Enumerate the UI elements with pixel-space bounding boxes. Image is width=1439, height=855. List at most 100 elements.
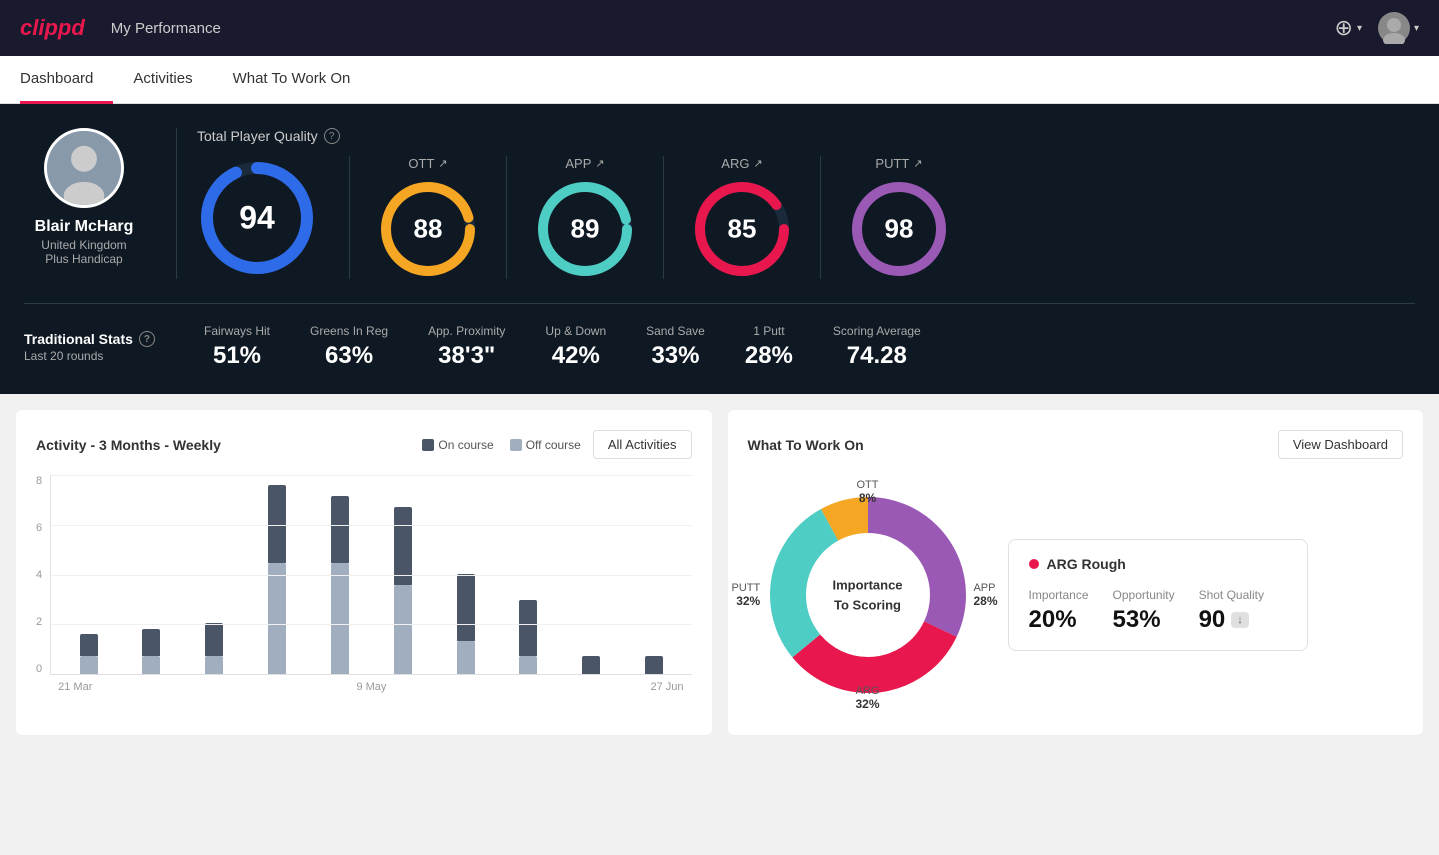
avatar[interactable]: [1378, 12, 1410, 44]
stat-1putt: 1 Putt 28%: [745, 324, 793, 370]
traditional-stats: Traditional Stats ? Last 20 rounds Fairw…: [24, 303, 1415, 370]
arg-value: 85: [728, 214, 757, 245]
add-button[interactable]: ⊕ ▾: [1335, 15, 1362, 41]
bar-off-course: [457, 641, 475, 674]
app-donut-label: APP 28%: [973, 582, 997, 608]
bar-on-course: [645, 656, 663, 674]
bar-group-5: [373, 475, 432, 674]
chevron-down-icon: ▾: [1357, 23, 1362, 34]
tab-dashboard[interactable]: Dashboard: [20, 56, 113, 104]
bar-group-8: [562, 475, 621, 674]
ott-label: OTT ↗: [408, 156, 447, 171]
bar-on-course: [394, 507, 412, 585]
trad-label: Traditional Stats ? Last 20 rounds: [24, 331, 164, 363]
score-arg: ARG ↗ 85: [663, 156, 820, 279]
activity-panel: Activity - 3 Months - Weekly On course O…: [16, 410, 712, 735]
user-menu[interactable]: ▾: [1378, 12, 1419, 44]
tab-what-to-work-on[interactable]: What To Work On: [233, 56, 371, 104]
putt-value: 98: [885, 214, 914, 245]
bar-group-2: [185, 475, 244, 674]
x-axis: 21 Mar 9 May 27 Jun: [50, 681, 691, 693]
ott-value: 88: [414, 214, 443, 245]
arg-label: ARG ↗: [721, 156, 762, 171]
bar-off-course: [331, 563, 349, 674]
bar-on-course: [80, 634, 98, 656]
bottom-panels: Activity - 3 Months - Weekly On course O…: [0, 394, 1439, 751]
what-to-work-header: What To Work On View Dashboard: [748, 430, 1404, 459]
tabs-bar: Dashboard Activities What To Work On: [0, 56, 1439, 104]
work-card-metrics: Importance 20% Opportunity 53% Shot Qual…: [1029, 588, 1287, 634]
player-row: Blair McHarg United Kingdom Plus Handica…: [24, 128, 1415, 279]
work-card-dot: [1029, 559, 1039, 569]
stat-fairways: Fairways Hit 51%: [204, 324, 270, 370]
total-quality-value: 94: [239, 199, 275, 236]
tab-activities[interactable]: Activities: [133, 56, 212, 104]
off-course-dot: [510, 439, 522, 451]
bar-group-6: [436, 475, 495, 674]
bar-off-course: [205, 656, 223, 674]
stat-sandsave: Sand Save 33%: [646, 324, 705, 370]
all-activities-button[interactable]: All Activities: [593, 430, 692, 459]
score-app: APP ↗ 89: [506, 156, 663, 279]
bar-on-course: [142, 629, 160, 656]
donut-row: ImportanceTo Scoring OTT 8% APP 28% ARG …: [748, 475, 1404, 715]
bar-on-course: [582, 656, 600, 674]
app-value: 89: [571, 214, 600, 245]
header-title: My Performance: [111, 20, 221, 37]
bars-row: [50, 475, 691, 675]
work-card: ARG Rough Importance 20% Opportunity 53%…: [1008, 539, 1308, 651]
on-course-dot: [422, 439, 434, 451]
what-to-work-on-panel: What To Work On View Dashboard Impor: [728, 410, 1424, 735]
arg-donut-label: ARG 32%: [855, 685, 879, 711]
view-dashboard-button[interactable]: View Dashboard: [1278, 430, 1403, 459]
metric-shot-quality: Shot Quality 90 ↓: [1199, 588, 1264, 634]
chart-legend: On course Off course: [422, 438, 581, 452]
scores-row: 94 OTT ↗ 88: [197, 156, 1415, 279]
bar-off-course: [519, 656, 537, 674]
bar-group-9: [625, 475, 684, 674]
plus-circle-icon: ⊕: [1335, 15, 1353, 41]
legend-on-course: On course: [422, 438, 493, 452]
bar-on-course: [268, 485, 286, 563]
stat-scoring: Scoring Average 74.28: [833, 324, 921, 370]
trad-subtitle: Last 20 rounds: [24, 349, 164, 363]
performance-section: Blair McHarg United Kingdom Plus Handica…: [0, 104, 1439, 394]
stat-proximity: App. Proximity 38'3": [428, 324, 505, 370]
score-putt: PUTT ↗ 98: [820, 156, 977, 279]
trad-info-icon[interactable]: ?: [139, 331, 155, 347]
bar-off-course: [80, 656, 98, 674]
y-axis: 8 6 4 2 0: [36, 475, 42, 675]
chart-body: 8 6 4 2 0 21 Mar: [36, 475, 692, 693]
putt-label: PUTT ↗: [875, 156, 922, 171]
logo: clippd: [20, 15, 85, 41]
metric-opportunity: Opportunity 53%: [1113, 588, 1175, 634]
stat-greens: Greens In Reg 63%: [310, 324, 388, 370]
app-label: APP ↗: [565, 156, 604, 171]
bar-off-course: [268, 563, 286, 674]
info-icon[interactable]: ?: [324, 128, 340, 144]
bar-on-course: [519, 600, 537, 656]
logo-area: clippd My Performance: [20, 15, 221, 41]
total-quality-ring: 94: [197, 158, 349, 278]
quality-section: Total Player Quality ? 94: [176, 128, 1415, 279]
score-ott: OTT ↗ 88: [349, 156, 506, 279]
legend-off-course: Off course: [510, 438, 581, 452]
bar-on-course: [457, 574, 475, 641]
bar-group-7: [499, 475, 558, 674]
player-name: Blair McHarg: [35, 218, 134, 236]
player-country: United Kingdom: [41, 238, 126, 252]
bar-off-course: [142, 656, 160, 674]
bar-group-4: [311, 475, 370, 674]
shot-quality-badge: ↓: [1231, 612, 1249, 628]
ott-donut-label: OTT 8%: [857, 479, 879, 505]
player-handicap: Plus Handicap: [45, 252, 122, 266]
metric-importance: Importance 20%: [1029, 588, 1089, 634]
bar-off-course: [394, 585, 412, 674]
activity-chart-title: Activity - 3 Months - Weekly: [36, 437, 221, 453]
legend-area: On course Off course All Activities: [422, 430, 691, 459]
putt-donut-label: PUTT 32%: [732, 582, 761, 608]
player-avatar: [44, 128, 124, 208]
what-to-work-title: What To Work On: [748, 437, 864, 453]
trad-title: Traditional Stats ?: [24, 331, 164, 347]
chevron-down-icon: ▾: [1414, 23, 1419, 34]
